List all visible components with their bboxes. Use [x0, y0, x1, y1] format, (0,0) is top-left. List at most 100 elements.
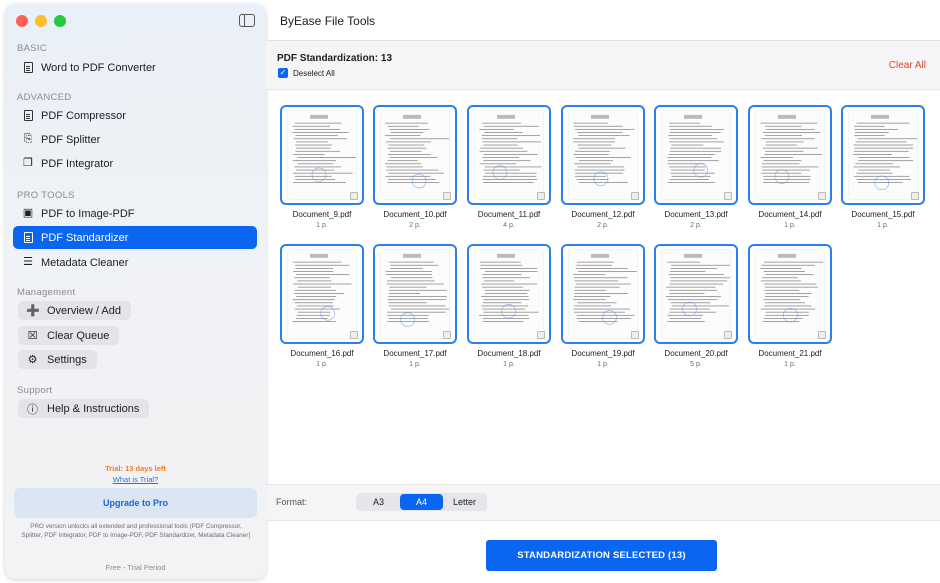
- select-corner-icon[interactable]: [724, 331, 732, 339]
- select-corner-icon[interactable]: [537, 331, 545, 339]
- file-thumbnail[interactable]: [654, 105, 738, 205]
- page-preview: [662, 111, 730, 199]
- page-preview: [756, 250, 824, 338]
- what-is-trial-link[interactable]: What is Trial?: [5, 475, 266, 484]
- pro-note: PRO version unlocks all extended and pro…: [21, 523, 251, 539]
- standardize-selected-button[interactable]: STANDARDIZATION SELECTED (13): [486, 540, 717, 571]
- standardize-icon: [22, 232, 34, 244]
- file-thumbnail[interactable]: [748, 105, 832, 205]
- question-icon: ⓘ: [27, 403, 38, 416]
- minimize-window-icon[interactable]: [35, 15, 47, 27]
- file-name: Document_9.pdf: [292, 210, 352, 219]
- section-basic: BASIC: [17, 43, 48, 54]
- sidebar-item-pdf-compressor[interactable]: PDF Compressor: [13, 104, 257, 127]
- format-option-letter[interactable]: Letter: [443, 494, 486, 510]
- sidebar-item-word-to-pdf[interactable]: Word to PDF Converter: [13, 56, 257, 79]
- help-button[interactable]: ⓘ Help & Instructions: [18, 399, 150, 418]
- help-label: Help & Instructions: [47, 402, 140, 415]
- window-controls: [16, 15, 66, 27]
- file-thumbnail[interactable]: [280, 244, 364, 344]
- page-preview: [475, 250, 543, 338]
- sidebar-item-pdf-standardizer[interactable]: PDF Standardizer: [13, 226, 257, 249]
- standardization-count: PDF Standardization: 13: [277, 53, 393, 64]
- select-corner-icon[interactable]: [443, 192, 451, 200]
- file-name: Document_11.pdf: [477, 210, 541, 219]
- file-page-count: 2 p.: [597, 222, 609, 229]
- select-corner-icon[interactable]: [350, 331, 358, 339]
- page-preview: [475, 111, 543, 199]
- file-page-count: 5 p.: [690, 361, 702, 368]
- file-page-count: 4 p.: [503, 222, 515, 229]
- file-page-count: 1 p.: [784, 222, 796, 229]
- page-preview: [569, 111, 637, 199]
- deselect-all-checkbox[interactable]: ✓ Deselect All: [278, 68, 335, 78]
- select-corner-icon[interactable]: [724, 192, 732, 200]
- section-management: Management: [17, 287, 76, 298]
- file-thumbnail[interactable]: [561, 244, 645, 344]
- sidebar-toggle-icon[interactable]: [239, 14, 255, 27]
- file-page-count: 1 p.: [784, 361, 796, 368]
- select-corner-icon[interactable]: [631, 331, 639, 339]
- select-corner-icon[interactable]: [443, 331, 451, 339]
- file-page-count: 2 p.: [409, 222, 421, 229]
- clear-queue-button[interactable]: ☒ Clear Queue: [18, 326, 120, 345]
- page-preview: [756, 111, 824, 199]
- sidebar-item-pdf-to-image[interactable]: ▣ PDF to Image-PDF: [13, 202, 257, 225]
- format-option-a3[interactable]: A3: [357, 494, 400, 510]
- file-thumbnail[interactable]: [373, 105, 457, 205]
- page-preview: [288, 111, 356, 199]
- select-corner-icon[interactable]: [911, 192, 919, 200]
- clear-queue-label: Clear Queue: [47, 329, 110, 342]
- sidebar-item-metadata-cleaner[interactable]: ☰ Metadata Cleaner: [13, 251, 257, 274]
- select-corner-icon[interactable]: [631, 192, 639, 200]
- sidebar-item-pdf-integrator[interactable]: ❐ PDF Integrator: [13, 152, 257, 175]
- license-status: Free - Trial Period: [105, 563, 166, 572]
- sidebar-item-pdf-splitter[interactable]: ⎘ PDF Splitter: [13, 128, 257, 151]
- tray-icon: ☒: [27, 330, 38, 342]
- file-thumbnail[interactable]: [561, 105, 645, 205]
- page-preview: [849, 111, 917, 199]
- select-corner-icon[interactable]: [818, 331, 826, 339]
- file-thumbnail[interactable]: [280, 105, 364, 205]
- format-option-a4[interactable]: A4: [400, 494, 443, 510]
- file-thumbnail[interactable]: [841, 105, 925, 205]
- file-name: Document_13.pdf: [664, 210, 728, 219]
- sidebar-item-label: PDF to Image-PDF: [41, 207, 135, 220]
- file-thumbnail[interactable]: [748, 244, 832, 344]
- document-icon: [22, 62, 34, 74]
- zoom-window-icon[interactable]: [54, 15, 66, 27]
- file-name: Document_14.pdf: [758, 210, 822, 219]
- file-page-count: 1 p.: [597, 361, 609, 368]
- file-name: Document_12.pdf: [571, 210, 635, 219]
- page-preview: [569, 250, 637, 338]
- document-icon: [22, 110, 34, 122]
- merge-icon: ❐: [23, 157, 33, 169]
- file-thumbnail[interactable]: [373, 244, 457, 344]
- overview-add-button[interactable]: ➕ Overview / Add: [18, 301, 131, 320]
- page-preview: [381, 111, 449, 199]
- sidebar-item-label: PDF Compressor: [41, 109, 126, 122]
- upgrade-button[interactable]: Upgrade to Pro: [14, 488, 257, 518]
- file-page-count: 1 p.: [409, 361, 421, 368]
- settings-button[interactable]: ⚙ Settings: [18, 350, 97, 369]
- file-thumbnail[interactable]: [467, 244, 551, 344]
- file-thumbnail[interactable]: [467, 105, 551, 205]
- close-window-icon[interactable]: [16, 15, 28, 27]
- trial-status: Trial: 13 days left: [105, 464, 166, 473]
- image-icon: ▣: [22, 207, 34, 219]
- file-thumbnail[interactable]: [654, 244, 738, 344]
- split-icon: ⎘: [23, 133, 33, 145]
- select-corner-icon[interactable]: [537, 192, 545, 200]
- sidebar-item-label: Word to PDF Converter: [41, 61, 156, 74]
- add-folder-icon: ➕: [26, 305, 40, 317]
- page-preview: [288, 250, 356, 338]
- section-advanced: ADVANCED: [17, 92, 72, 103]
- format-label: Format:: [276, 497, 308, 507]
- file-name: Document_10.pdf: [383, 210, 447, 219]
- select-corner-icon[interactable]: [818, 192, 826, 200]
- clear-all-button[interactable]: Clear All: [889, 60, 926, 71]
- sidebar-item-label: PDF Integrator: [41, 157, 114, 170]
- app-title: ByEase File Tools: [280, 14, 376, 28]
- metadata-icon: ☰: [23, 256, 33, 268]
- select-corner-icon[interactable]: [350, 192, 358, 200]
